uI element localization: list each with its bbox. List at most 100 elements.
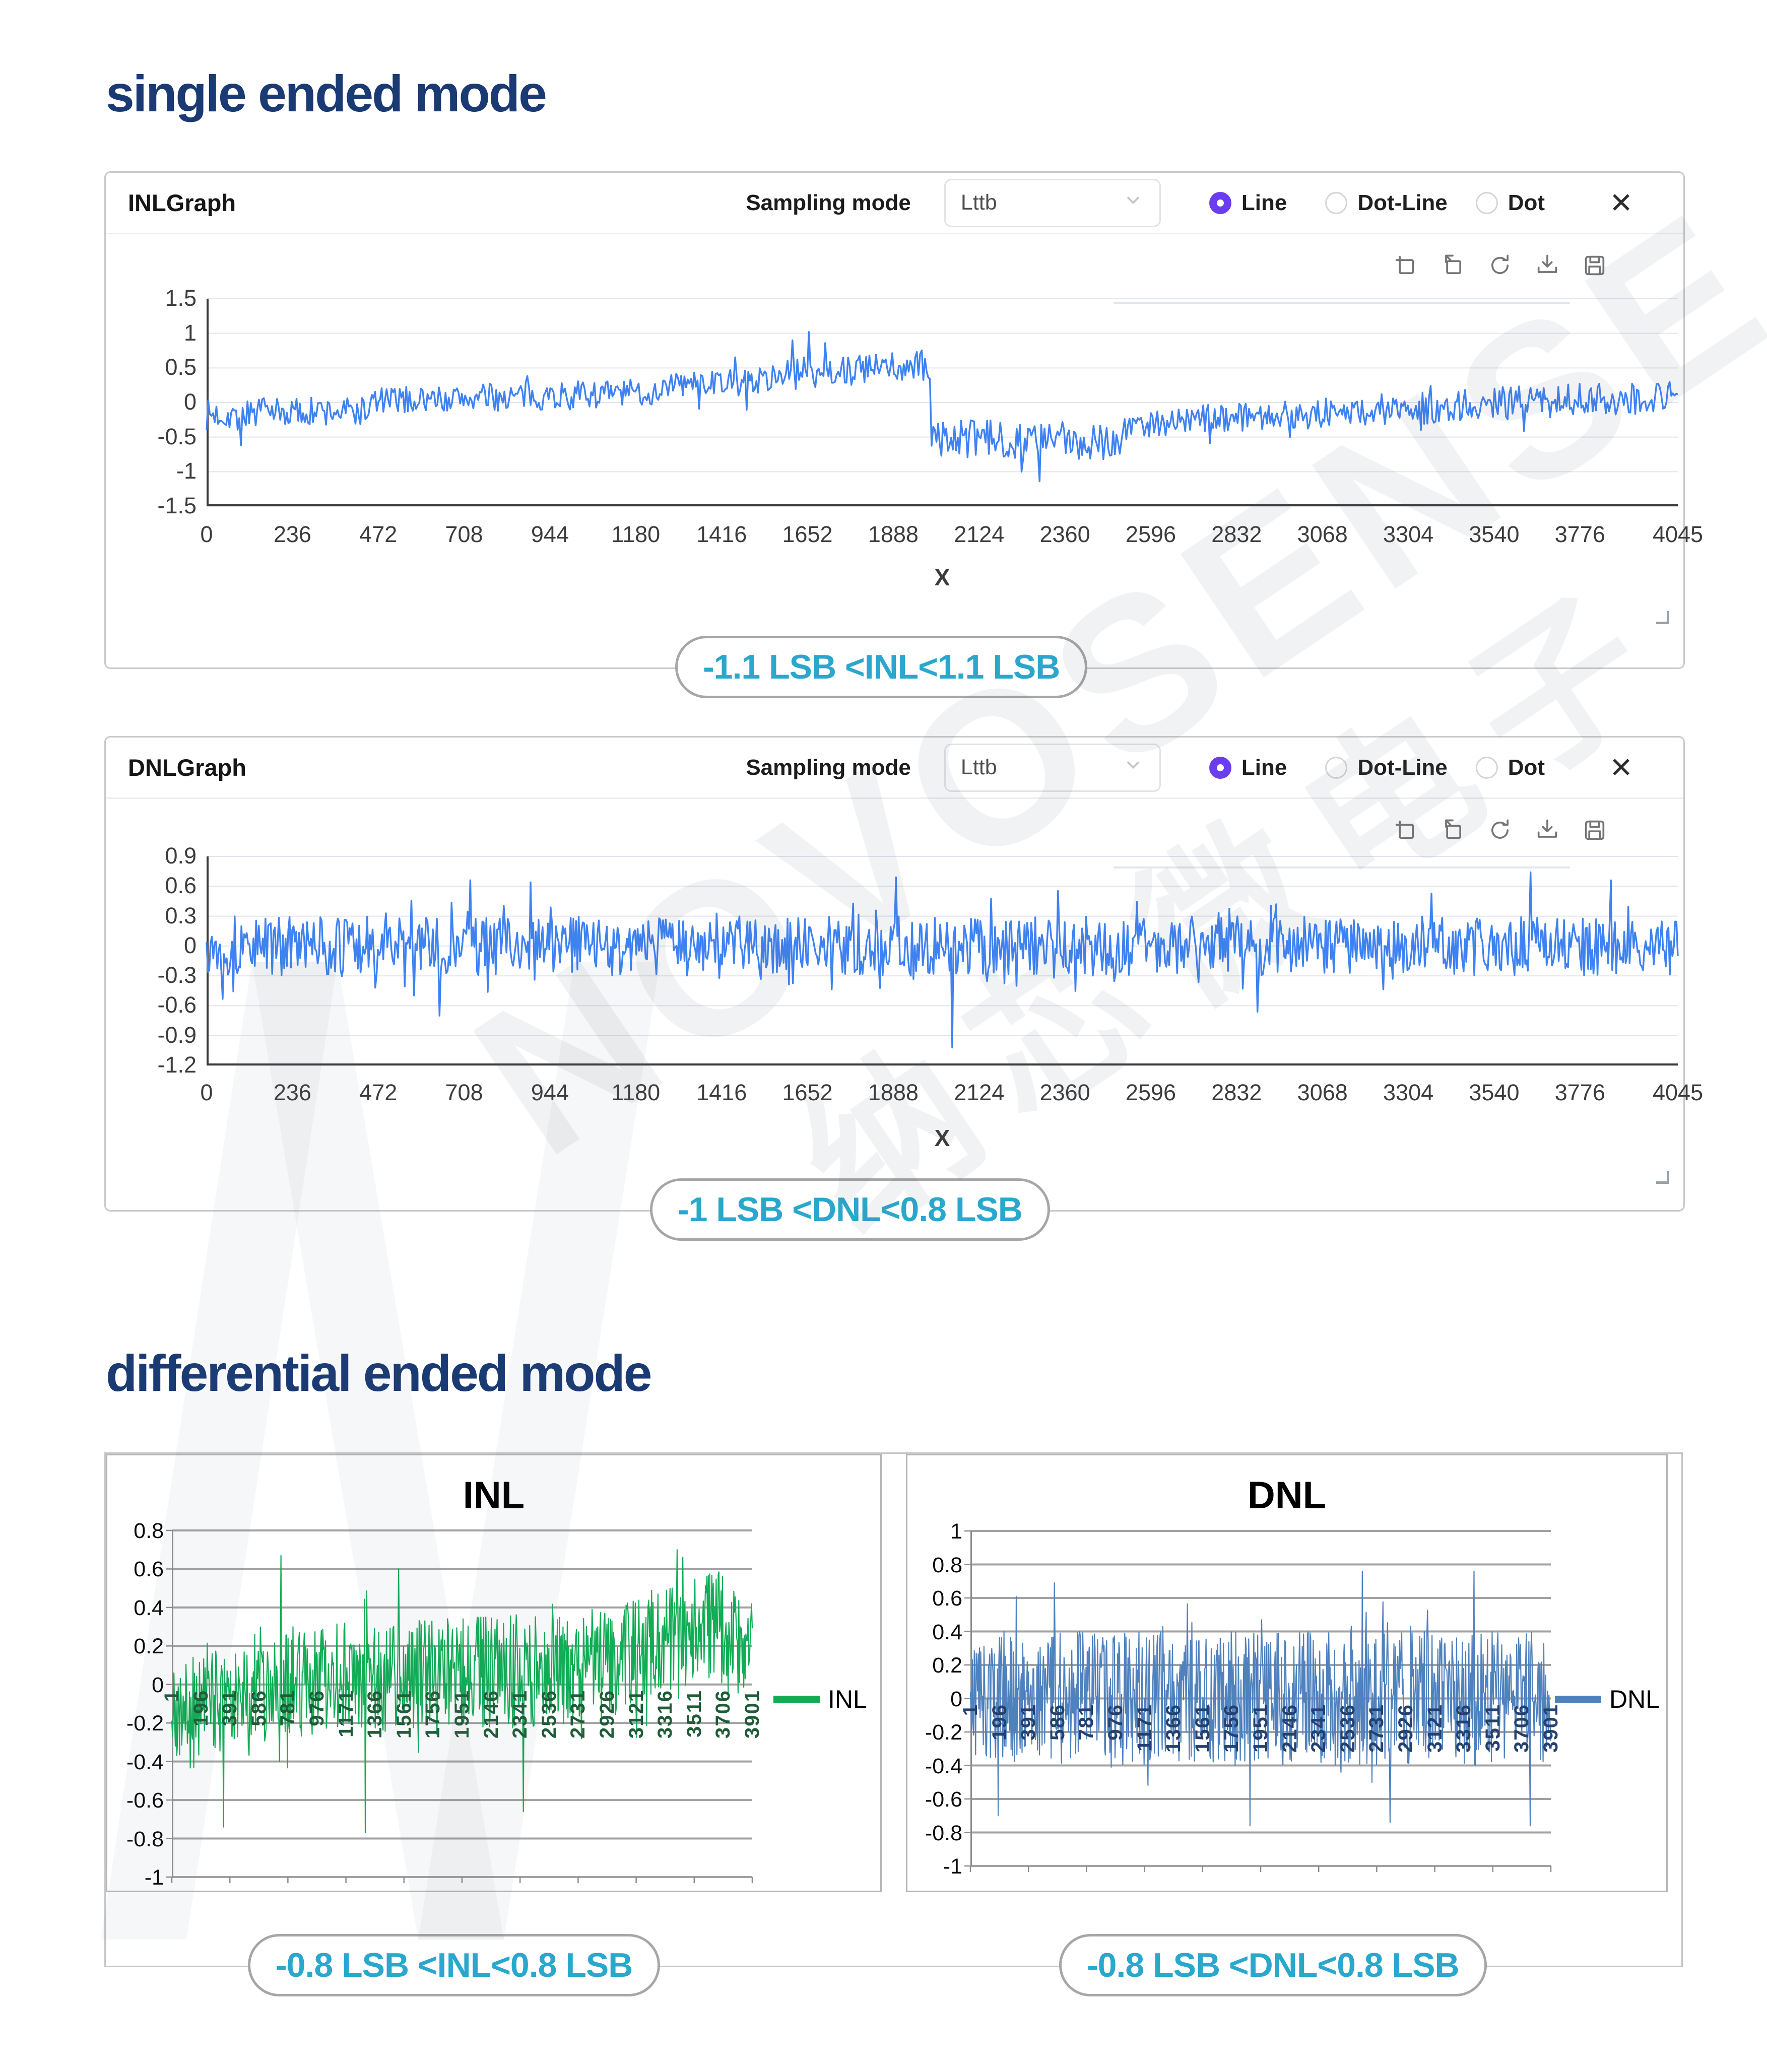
inl-panel-header: INLGraph Sampling mode Lttb Line Dot-Lin… — [106, 173, 1683, 234]
download-icon[interactable] — [1534, 817, 1560, 846]
resize-grip[interactable] — [1656, 1171, 1669, 1184]
y-tick-label: -0.5 — [157, 423, 197, 449]
refresh-icon[interactable] — [1487, 252, 1513, 281]
legend: INL — [773, 1685, 867, 1714]
zoom-area-icon[interactable] — [1392, 252, 1418, 281]
x-category-label: 2926 — [596, 1689, 618, 1739]
inl-plot-area[interactable] — [206, 298, 1678, 507]
inl-excel-chart: INL 0.8 0.6 0.4 0.2 0 -0.2 -0.4 -0.6 -0.8 -1 1 196… — [106, 1454, 882, 1892]
y-tick-label: 0.6 — [134, 1557, 164, 1582]
y-tick-label: 0 — [152, 1673, 164, 1697]
inl-graph-window: INLGraph Sampling mode Lttb Line Dot-Lin… — [104, 171, 1703, 669]
x-category-label: 2536 — [538, 1689, 560, 1739]
y-axis-labels: 0.9 0.6 0.3 0 -0.3 -0.6 -0.9 -1.2 — [116, 843, 197, 1078]
panel-title: DNLGraph — [128, 754, 246, 781]
sampling-mode-select[interactable]: Lttb — [944, 178, 1161, 227]
x-category-label: 3901 — [741, 1689, 763, 1739]
x-category-label: 3121 — [1423, 1703, 1446, 1753]
radio-dot[interactable] — [1475, 756, 1498, 779]
y-tick-label: -0.9 — [157, 1022, 197, 1048]
x-tick-label: 1652 — [782, 521, 833, 547]
chart-title: INL — [463, 1474, 525, 1517]
x-category-label: 3511 — [683, 1689, 705, 1737]
radio-dot-line-label: Dot-Line — [1357, 190, 1448, 215]
y-tick-label: 0.4 — [134, 1595, 164, 1620]
zoom-back-icon[interactable] — [1439, 252, 1466, 281]
y-tick-label: -1.2 — [157, 1052, 197, 1078]
x-tick-label: 4045 — [1652, 1080, 1704, 1105]
chart-toolbar — [1392, 252, 1608, 281]
y-tick-label: 1.5 — [165, 285, 197, 311]
y-tick-label: -0.3 — [157, 962, 197, 988]
x-tick-label: 2832 — [1211, 521, 1262, 547]
radio-line[interactable] — [1209, 756, 1231, 779]
x-category-label: 781 — [277, 1689, 299, 1726]
dnl-panel-header: DNLGraph Sampling mode Lttb Line Dot-Lin… — [106, 738, 1683, 799]
y-tick-label: 1 — [183, 319, 197, 346]
legend-label: INL — [828, 1685, 867, 1713]
panel-title: INLGraph — [128, 189, 236, 216]
x-tick-label: 2596 — [1125, 521, 1176, 547]
x-category-label: 586 — [1046, 1703, 1069, 1741]
x-tick-label: 3776 — [1554, 1080, 1605, 1105]
resize-grip[interactable] — [1656, 611, 1669, 624]
x-tick-label: 1416 — [696, 1080, 747, 1105]
x-category-label: 2536 — [1336, 1703, 1359, 1753]
legend-line-swatch — [1555, 1696, 1601, 1703]
x-category-label: 3316 — [1453, 1703, 1475, 1753]
x-tick-label: 4045 — [1652, 521, 1704, 547]
x-tick-label: 0 — [200, 521, 213, 547]
sampling-mode-label: Sampling mode — [746, 190, 911, 215]
x-category-label: 3511 — [1481, 1703, 1504, 1752]
zoom-back-icon[interactable] — [1439, 817, 1466, 846]
x-tick-label: 3776 — [1554, 521, 1605, 547]
x-category-label: 2146 — [1278, 1703, 1301, 1753]
x-tick-label: 1180 — [611, 1080, 661, 1105]
y-tick-label: -1 — [144, 1865, 164, 1890]
x-category-label: 2341 — [1307, 1703, 1330, 1753]
y-tick-label: 0 — [183, 932, 197, 958]
sampling-mode-select[interactable]: Lttb — [944, 743, 1161, 792]
dnl-graph-window: DNLGraph Sampling mode Lttb Line Dot-Lin… — [104, 736, 1703, 1212]
dnl-diff-range-callout: -0.8 LSB <DNL<0.8 LSB — [1059, 1934, 1487, 1996]
legend: DNL — [1555, 1685, 1660, 1714]
x-tick-label: 2124 — [954, 521, 1005, 547]
close-icon[interactable]: ✕ — [1609, 188, 1633, 217]
refresh-icon[interactable] — [1487, 817, 1513, 846]
radio-dot-label: Dot — [1508, 190, 1545, 215]
x-category-label: 2926 — [1395, 1703, 1417, 1753]
x-tick-label: 2360 — [1039, 521, 1090, 547]
radio-dot-line[interactable] — [1325, 191, 1348, 214]
radio-dot-label: Dot — [1508, 755, 1545, 780]
x-tick-label: 1888 — [868, 1080, 919, 1105]
x-axis-labels: 1 196 391 586 781 976 1171 1366 1561 1756 1951 2146… — [959, 1531, 1562, 1866]
y-tick-label: 0 — [950, 1687, 962, 1711]
y-tick-label: 0.3 — [165, 902, 197, 928]
close-icon[interactable]: ✕ — [1609, 753, 1633, 782]
x-category-label: 2146 — [480, 1689, 502, 1739]
y-tick-label: 0.5 — [165, 354, 197, 380]
y-tick-label: 0.8 — [134, 1519, 164, 1543]
x-tick-label: 472 — [359, 1080, 398, 1105]
radio-line[interactable] — [1209, 191, 1231, 214]
y-tick-label: 0.6 — [932, 1586, 962, 1611]
x-tick-label: 1180 — [611, 521, 661, 547]
zoom-area-icon[interactable] — [1392, 817, 1418, 846]
x-axis-labels: 1 196 391 586 781 976 1171 1366 1561 1756 1951 2146… — [161, 1530, 763, 1877]
chevron-down-icon — [1122, 189, 1144, 217]
x-category-label: 1171 — [1133, 1703, 1156, 1752]
y-axis-labels: 0.8 0.6 0.4 0.2 0 -0.2 -0.4 -0.6 -0.8 -1 — [107, 1519, 164, 1890]
y-tick-label: -0.2 — [126, 1711, 164, 1736]
y-axis-labels: 1.5 1 0.5 0 -0.5 -1 -1.5 — [116, 285, 197, 518]
dnl-plot-area[interactable] — [206, 856, 1679, 1066]
radio-dot[interactable] — [1475, 191, 1498, 214]
radio-dot-line[interactable] — [1325, 756, 1348, 779]
save-icon[interactable] — [1582, 252, 1608, 281]
save-icon[interactable] — [1582, 817, 1608, 846]
download-icon[interactable] — [1534, 252, 1560, 281]
y-tick-label: 0.2 — [134, 1634, 164, 1659]
y-tick-label: -0.4 — [126, 1750, 164, 1774]
x-category-label: 976 — [306, 1689, 328, 1726]
x-tick-label: 3304 — [1383, 521, 1434, 547]
x-category-label: 3706 — [712, 1689, 735, 1739]
